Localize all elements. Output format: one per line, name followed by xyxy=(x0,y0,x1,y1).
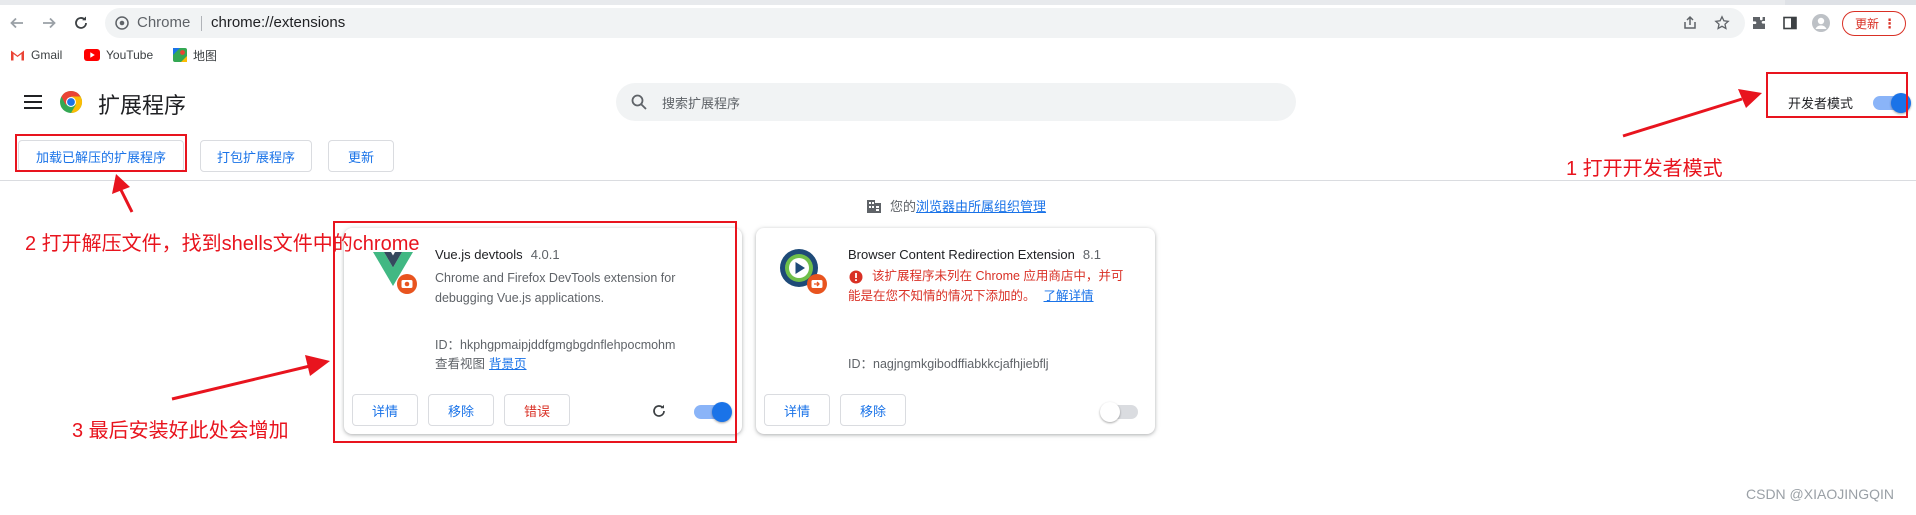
page-title: 扩展程序 xyxy=(98,93,187,118)
side-panel-icon[interactable] xyxy=(1779,12,1801,34)
arrow-right-icon xyxy=(43,17,56,29)
warning-line: 该扩展程序未列在 Chrome 应用商店中，并可 xyxy=(872,269,1124,283)
extension-enable-toggle[interactable] xyxy=(1100,402,1138,422)
toggle-knob xyxy=(1100,402,1120,422)
bookmark-label: 地图 xyxy=(193,48,218,63)
bookmark-label: YouTube xyxy=(106,48,154,62)
unlisted-warning-cont: 能是在您不知情的情况下添加的。 了解详情 xyxy=(848,286,1094,306)
search-extensions-input[interactable]: 搜索扩展程序 xyxy=(616,83,1296,121)
arrow-to-dev-mode xyxy=(1622,89,1762,138)
menu-button[interactable] xyxy=(24,95,42,109)
gmail-icon xyxy=(11,50,24,61)
remove-button[interactable]: 移除 xyxy=(840,394,906,426)
chrome-update-button[interactable]: 更新 ⋮ xyxy=(1842,11,1906,36)
omnibox-separator xyxy=(201,16,202,31)
extension-name-text: Browser Content Redirection Extension xyxy=(848,247,1075,262)
extension-version: 8.1 xyxy=(1082,247,1101,262)
profile-avatar-icon[interactable] xyxy=(1810,12,1832,34)
managed-link[interactable]: 浏览器由所属组织管理 xyxy=(916,199,1046,214)
managed-notice: 您的浏览器由所属组织管理 xyxy=(866,196,1046,215)
maps-icon xyxy=(173,48,187,62)
error-icon xyxy=(849,270,863,284)
forward-button[interactable] xyxy=(37,11,61,35)
content-redirection-icon xyxy=(780,249,827,294)
reload-icon xyxy=(75,16,87,29)
bookmark-gmail[interactable]: Gmail xyxy=(10,46,62,64)
annotation-step3: 3 最后安装好此处会增加 xyxy=(72,420,289,442)
learn-more-link[interactable]: 了解详情 xyxy=(1044,289,1094,303)
business-icon xyxy=(867,199,881,213)
annotation-box-dev-mode xyxy=(1766,72,1908,118)
arrow-left-icon xyxy=(10,17,23,29)
more-vert-icon: ⋮ xyxy=(1883,15,1896,31)
share-icon[interactable] xyxy=(1681,14,1699,32)
chrome-page-icon xyxy=(113,14,131,32)
update-label: 更新 xyxy=(1855,17,1880,31)
warning-line: 能是在您不知情的情况下添加的。 xyxy=(848,289,1036,303)
extension-id: ID：nagjngmkgibodffiabkkcjafhjiebflj xyxy=(848,357,1049,371)
search-icon xyxy=(631,94,647,110)
search-placeholder: 搜索扩展程序 xyxy=(662,96,741,111)
update-extensions-button[interactable]: 更新 xyxy=(328,140,394,172)
watermark: CSDN @XIAOJINGQIN xyxy=(1746,486,1895,502)
annotation-step1: 1 打开开发者模式 xyxy=(1566,158,1723,180)
site-chip-label: Chrome xyxy=(137,14,191,31)
chrome-logo-icon xyxy=(60,91,83,113)
pack-extension-button[interactable]: 打包扩展程序 xyxy=(200,140,312,172)
bookmark-maps[interactable]: 地图 xyxy=(173,46,217,64)
star-icon[interactable] xyxy=(1713,14,1731,32)
extension-name: Browser Content Redirection Extension 8.1 xyxy=(848,247,1101,262)
puzzle-icon[interactable] xyxy=(1748,12,1770,34)
bookmark-youtube[interactable]: YouTube xyxy=(84,46,153,64)
managed-prefix: 您的 xyxy=(890,199,917,214)
address-bar[interactable]: Chrome chrome://extensions xyxy=(105,8,1745,38)
annotation-box-load-unpacked xyxy=(15,134,187,172)
youtube-icon xyxy=(84,49,100,61)
annotation-step2: 2 打开解压文件，找到shells文件中的chrome xyxy=(25,233,420,255)
bookmarks-bar: Gmail YouTube 地图 xyxy=(0,41,1916,69)
menu-icon-bar xyxy=(24,95,42,97)
url-text: chrome://extensions xyxy=(211,14,346,31)
menu-icon-bar xyxy=(24,107,42,109)
reload-button[interactable] xyxy=(69,11,93,35)
details-button[interactable]: 详情 xyxy=(764,394,830,426)
arrow-to-extension-card xyxy=(171,355,330,401)
menu-icon-bar xyxy=(24,101,42,103)
extension-card-content-redirection: Browser Content Redirection Extension 8.1… xyxy=(756,228,1155,434)
back-button[interactable] xyxy=(5,11,29,35)
bookmark-label: Gmail xyxy=(31,48,63,62)
browser-toolbar: Chrome chrome://extensions 更新 ⋮ xyxy=(0,5,1916,41)
unlisted-warning: 该扩展程序未列在 Chrome 应用商店中，并可 xyxy=(872,266,1123,286)
